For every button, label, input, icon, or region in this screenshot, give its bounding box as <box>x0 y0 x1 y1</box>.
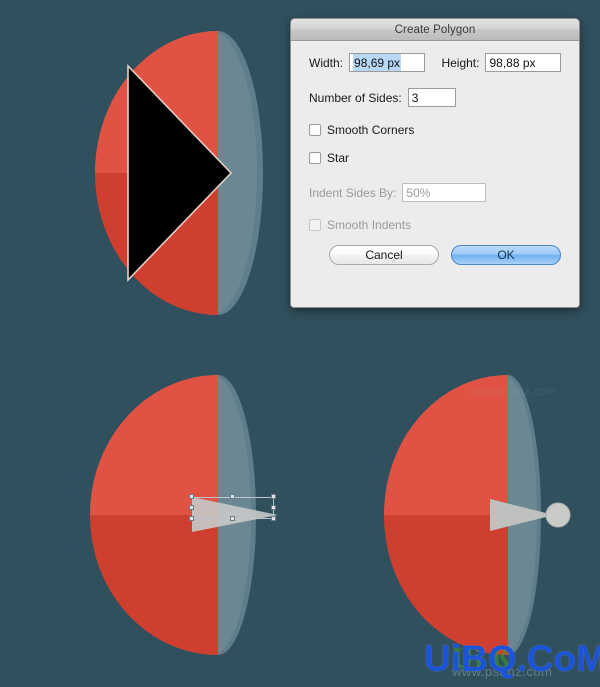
selection-handle-bottom-left[interactable] <box>189 516 194 521</box>
smooth-corners-label: Smooth Corners <box>327 123 415 137</box>
selection-handle-top-left[interactable] <box>189 494 194 499</box>
indent-row: Indent Sides By: 50% <box>309 183 561 202</box>
smooth-indents-row: Smooth Indents <box>309 218 561 232</box>
star-label: Star <box>327 151 350 165</box>
indent-label: Indent Sides By: <box>309 185 397 200</box>
selection-handle-top-center[interactable] <box>230 494 235 499</box>
smooth-corners-row[interactable]: Smooth Corners <box>309 123 561 137</box>
selection-handle-bottom-right[interactable] <box>271 516 276 521</box>
watermark-uibq: UiBQ.CoM <box>424 638 600 679</box>
smooth-indents-checkbox <box>309 219 321 231</box>
illustrator-canvas: www.psahz.com www.psahz.com Uí ß UiBQ.Co… <box>0 0 600 687</box>
smooth-corners-checkbox[interactable] <box>309 124 321 136</box>
indent-input: 50% <box>402 183 487 202</box>
dialog-buttons: Cancel OK <box>309 245 561 265</box>
sides-input[interactable]: 3 <box>407 88 456 107</box>
smooth-indents-label: Smooth Indents <box>327 218 412 232</box>
selection-handle-middle-left[interactable] <box>189 505 194 510</box>
selection-handle-bottom-center[interactable] <box>230 516 235 521</box>
width-input[interactable]: 98,69 px <box>349 53 425 72</box>
faint-watermark: www.psahz.com <box>470 386 556 398</box>
dialog-body: Width: 98,69 px Height: 98,88 px Number … <box>291 41 579 307</box>
ok-button[interactable]: OK <box>451 245 561 265</box>
sides-row: Number of Sides: 3 <box>309 88 561 107</box>
bottom-right-dome-shape <box>384 375 571 655</box>
width-label: Width: <box>309 55 344 70</box>
dialog-title: Create Polygon <box>394 23 476 36</box>
star-row[interactable]: Star <box>309 151 561 165</box>
height-label: Height: <box>441 55 480 70</box>
width-input-value: 98,69 px <box>353 54 402 71</box>
top-left-dome-shape <box>95 31 263 315</box>
selection-handle-top-right[interactable] <box>271 494 276 499</box>
size-row: Width: 98,69 px Height: 98,88 px <box>309 53 561 72</box>
selection-handle-middle-right[interactable] <box>271 505 276 510</box>
sides-label: Number of Sides: <box>309 90 402 105</box>
dialog-titlebar[interactable]: Create Polygon <box>291 19 579 41</box>
cancel-button[interactable]: Cancel <box>329 245 439 265</box>
star-checkbox[interactable] <box>309 152 321 164</box>
create-polygon-dialog: Create Polygon Width: 98,69 px Height: 9… <box>290 18 580 308</box>
height-input[interactable]: 98,88 px <box>485 53 561 72</box>
